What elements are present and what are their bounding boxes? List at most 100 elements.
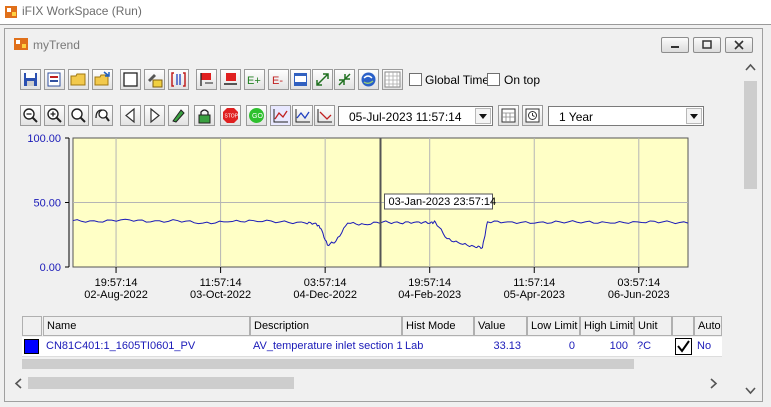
table-header-value[interactable]: Value: [474, 316, 527, 336]
chart-step-icon: [295, 109, 310, 123]
table-header-name[interactable]: Name: [43, 316, 250, 336]
undo-zoom-icon: [95, 109, 110, 122]
save-button[interactable]: [20, 69, 41, 90]
chart-style-point-button[interactable]: [314, 105, 335, 126]
vertical-scrollbar[interactable]: [741, 59, 760, 399]
vertical-scroll-thumb[interactable]: [744, 81, 757, 189]
start-time-dropdown-arrow[interactable]: [475, 108, 491, 124]
chart-style-step-button[interactable]: [292, 105, 313, 126]
bracket-pens-button[interactable]: [168, 69, 189, 90]
zoom-in-button[interactable]: [44, 105, 65, 126]
pen-description: AV_temperature inlet section 1: [253, 340, 403, 352]
on-top-label: On top: [504, 73, 541, 87]
scroll-up-icon[interactable]: [745, 63, 756, 71]
blank-square-icon: [123, 72, 138, 87]
lock-button[interactable]: [194, 105, 215, 126]
x-tick-time-label: 11:57:14: [513, 277, 555, 289]
properties-button[interactable]: [120, 69, 141, 90]
minimize-button[interactable]: [661, 37, 689, 53]
pen-selector-button[interactable]: [168, 105, 189, 126]
grid-toggle-button[interactable]: [382, 69, 403, 90]
collapse-arrows-icon: [338, 73, 351, 86]
expand-arrows-icon: [316, 73, 329, 86]
chart-point-icon: [317, 109, 332, 123]
undo-zoom-button[interactable]: [92, 105, 113, 126]
y-tick-label: 100.00: [27, 133, 61, 145]
pen-name: CN81C401:1_1605TI0601_PV: [46, 340, 196, 352]
start-time-value: 05-Jul-2023 11:57:14: [349, 110, 462, 124]
add-expression-button[interactable]: E+: [244, 69, 265, 90]
pen-unit: ?C: [637, 340, 652, 352]
pen-value: 33.13: [493, 340, 521, 352]
go-button[interactable]: GO: [246, 105, 267, 126]
scroll-left-icon[interactable]: [14, 378, 22, 389]
trend-chart[interactable]: 100.0050.000.0019:57:1402-Aug-202211:57:…: [15, 128, 705, 310]
save-icon: [24, 73, 37, 86]
close-button[interactable]: [725, 37, 753, 53]
table-header-color: [22, 316, 42, 336]
table-horizontal-scroll-thumb[interactable]: [22, 359, 634, 369]
zoom-in-scale-button[interactable]: [334, 69, 355, 90]
table-header-hist-mode[interactable]: Hist Mode: [402, 316, 474, 336]
global-time-checkbox[interactable]: [409, 73, 422, 86]
grid-icon: [384, 71, 401, 88]
app-title: iFIX WorkSpace (Run): [22, 4, 142, 18]
scroll-down-icon[interactable]: [745, 387, 756, 395]
table-header-unit[interactable]: Unit: [634, 316, 672, 336]
y-tick-label: 0.00: [40, 262, 61, 274]
pen-low-limit: 0: [568, 340, 575, 352]
red-bar-icon: [224, 73, 237, 85]
chart-line-icon: [273, 109, 288, 123]
restore-button[interactable]: [693, 37, 721, 53]
pen-config-button[interactable]: [144, 69, 165, 90]
print-button[interactable]: [44, 69, 65, 90]
divider: [0, 24, 771, 25]
table-header-high-limit[interactable]: High Limit: [580, 316, 634, 336]
x-tick-time-label: 11:57:14: [200, 277, 242, 289]
x-tick-date-label: 05-Apr-2023: [504, 289, 565, 301]
calendar-icon: [501, 108, 516, 123]
remove-expression-button[interactable]: E-: [268, 69, 289, 90]
pen-hist-mode: Lab: [405, 340, 424, 352]
stop-button[interactable]: STOP: [220, 105, 241, 126]
trend-window-icon: [14, 38, 28, 50]
duration-dropdown-arrow[interactable]: [686, 108, 702, 124]
delete-pen-button[interactable]: [220, 69, 241, 90]
window-horizontal-scrollbar[interactable]: [10, 374, 736, 392]
pen-color-swatch[interactable]: [24, 339, 39, 354]
start-time-dropdown[interactable]: 05-Jul-2023 11:57:14: [338, 106, 493, 126]
window-horizontal-scroll-thumb[interactable]: [28, 377, 294, 389]
zoom-out-button[interactable]: [20, 105, 41, 126]
close-icon: [734, 40, 744, 50]
scroll-forward-button[interactable]: [144, 105, 165, 126]
duration-dropdown[interactable]: 1 Year: [548, 106, 704, 126]
pen-icon: [172, 109, 185, 123]
bracket-icon: [171, 72, 186, 87]
scroll-right-icon[interactable]: [710, 378, 718, 389]
table-header-description[interactable]: Description: [250, 316, 402, 336]
zoom-out-scale-button[interactable]: [312, 69, 333, 90]
scroll-back-button[interactable]: [120, 105, 141, 126]
pen-visible-checkbox[interactable]: [675, 338, 692, 355]
x-tick-date-label: 04-Feb-2023: [398, 289, 461, 301]
ifix-app-icon: [5, 6, 17, 18]
refresh-button[interactable]: [358, 69, 379, 90]
open-folder-button[interactable]: [68, 69, 89, 90]
add-pen-button[interactable]: [196, 69, 217, 90]
duration-value: 1 Year: [559, 110, 594, 124]
export-button[interactable]: [92, 69, 113, 90]
red-flag-icon: [200, 73, 213, 86]
duration-settings-button[interactable]: [522, 105, 543, 126]
x-tick-date-label: 04-Dec-2022: [293, 289, 357, 301]
table-header-auto[interactable]: Auto: [694, 316, 722, 336]
calendar-button[interactable]: [498, 105, 519, 126]
table-horizontal-scrollbar[interactable]: [22, 356, 722, 370]
e-minus-icon: E-: [272, 75, 283, 87]
table-header-low-limit[interactable]: Low Limit: [527, 316, 580, 336]
pen-high-limit: 100: [609, 340, 628, 352]
chart-style-line-button[interactable]: [270, 105, 291, 126]
zoom-box-button[interactable]: [68, 105, 89, 126]
on-top-checkbox[interactable]: [487, 73, 500, 86]
global-time-label: Global Time: [425, 73, 490, 87]
export-csv-button[interactable]: [290, 69, 311, 90]
